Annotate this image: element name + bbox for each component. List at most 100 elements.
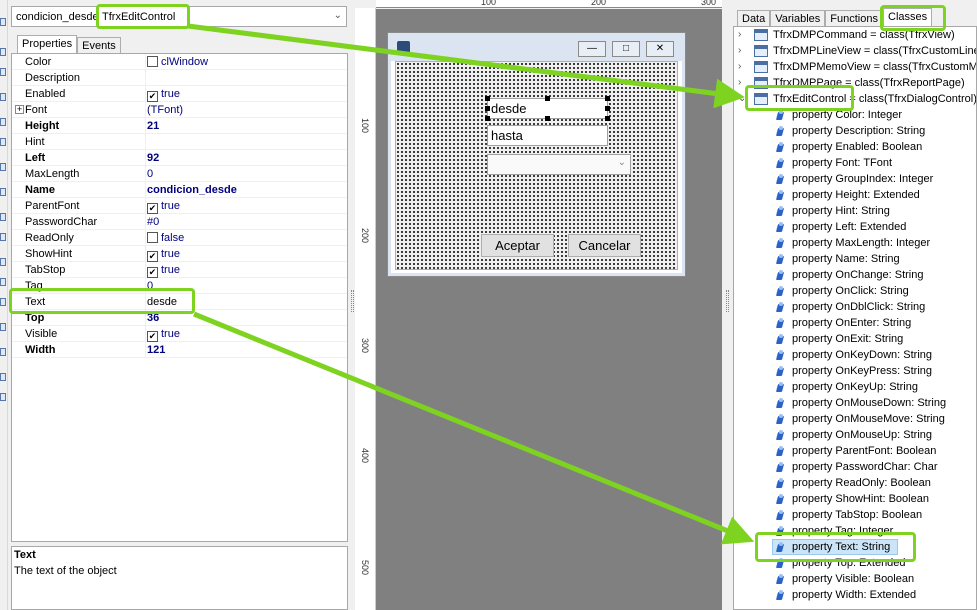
property-node[interactable]: property PasswordChar: Char [734,459,976,475]
property-row[interactable]: Visible ✔ true [12,326,347,342]
tool-icon[interactable] [0,213,6,221]
chevron-right-icon[interactable]: › [738,61,741,72]
property-value[interactable]: 121 [147,344,165,356]
property-value[interactable]: ✔ true [147,200,180,214]
dialog-client-area[interactable]: desde hasta ⌄ Aceptar Cancelar [395,61,678,270]
tool-icon[interactable] [0,138,6,146]
right-splitter[interactable] [723,0,733,610]
property-node[interactable]: property GroupIndex: Integer [734,171,976,187]
property-value[interactable]: ✔ true [147,248,180,262]
maximize-icon[interactable]: □ [612,41,640,57]
class-tree[interactable]: › TfrxDMPCommand = class(TfrxView) › TfrxDM… [733,26,977,610]
property-node[interactable]: property OnKeyDown: String [734,347,976,363]
checkbox-icon[interactable] [147,232,158,243]
property-node[interactable]: property OnDblClick: String [734,299,976,315]
tab-variables[interactable]: Variables [770,10,826,26]
tool-icon[interactable] [0,118,6,126]
chevron-down-icon[interactable]: ⌄ [334,10,342,21]
property-value[interactable]: #0 [147,216,159,228]
property-node[interactable]: property Height: Extended [734,187,976,203]
checkbox-icon[interactable]: ✔ [147,331,158,342]
tab-properties[interactable]: Properties [17,35,78,53]
minimize-icon[interactable]: — [578,41,606,57]
property-node[interactable]: property Font: TFont [734,155,976,171]
tool-icon[interactable] [0,393,6,401]
property-row[interactable]: Color clWindow [12,54,347,70]
property-node[interactable]: property OnClick: String [734,283,976,299]
property-value[interactable]: clWindow [147,56,208,68]
tab-functions[interactable]: Functions [825,10,883,26]
property-node[interactable]: property TabStop: Boolean [734,507,976,523]
property-node[interactable]: property ParentFont: Boolean [734,443,976,459]
property-node[interactable]: property Enabled: Boolean [734,139,976,155]
dialog-form[interactable]: — □ ✕ desde hasta ⌄ Aceptar Cancelar [387,32,686,277]
property-value[interactable]: 0 [147,168,153,180]
class-node[interactable]: › TfrxDMPMemoView = class(TfrxCustomMemoV… [734,59,976,75]
property-node[interactable]: property OnMouseDown: String [734,395,976,411]
property-row[interactable]: Left 92 [12,150,347,166]
expand-icon[interactable]: + [15,105,24,114]
checkbox-icon[interactable]: ✔ [147,203,158,214]
property-node[interactable]: property OnMouseUp: String [734,427,976,443]
property-node[interactable]: property MaxLength: Integer [734,235,976,251]
property-row[interactable]: + Font (TFont) [12,102,347,118]
property-node[interactable]: property OnChange: String [734,267,976,283]
tab-data[interactable]: Data [737,10,771,26]
cancelar-button[interactable]: Cancelar [568,234,641,257]
property-value[interactable]: 92 [147,152,159,164]
property-node[interactable]: property OnExit: String [734,331,976,347]
tab-events[interactable]: Events [77,37,121,53]
checkbox-icon[interactable]: ✔ [147,267,158,278]
property-value[interactable]: ✔ true [147,264,180,278]
dialog-titlebar[interactable]: — □ ✕ [388,33,685,61]
class-node[interactable]: › TfrxDMPLineView = class(TfrxCustomLineV… [734,43,976,59]
property-row[interactable]: ReadOnly false [12,230,347,246]
property-row[interactable]: Name condicion_desde [12,182,347,198]
property-value[interactable]: 21 [147,120,159,132]
tool-icon[interactable] [0,278,6,286]
property-node[interactable]: property OnKeyPress: String [734,363,976,379]
property-node[interactable]: property Left: Extended [734,219,976,235]
tool-icon[interactable] [0,233,6,241]
chevron-right-icon[interactable]: › [738,29,741,40]
property-value[interactable]: false [147,232,184,244]
chevron-right-icon[interactable]: › [738,45,741,56]
property-row[interactable]: Description [12,70,347,86]
property-row[interactable]: ShowHint ✔ true [12,246,347,262]
aceptar-button[interactable]: Aceptar [481,234,554,257]
tool-icon[interactable] [0,68,6,76]
checkbox-icon[interactable]: ✔ [147,251,158,262]
tool-icon[interactable] [0,163,6,171]
tool-icon[interactable] [0,188,6,196]
property-node[interactable]: property Width: Extended [734,587,976,603]
property-value[interactable]: ✔ true [147,88,180,102]
property-value[interactable]: condicion_desde [147,184,237,196]
property-row[interactable]: ParentFont ✔ true [12,198,347,214]
tool-icon[interactable] [0,373,6,381]
tool-icon[interactable] [0,93,6,101]
property-row[interactable]: Enabled ✔ true [12,86,347,102]
tool-icon[interactable] [0,348,6,356]
property-node[interactable]: property Visible: Boolean [734,571,976,587]
tool-icon[interactable] [0,48,6,56]
property-row[interactable]: Width 121 [12,342,347,358]
close-icon[interactable]: ✕ [646,41,674,57]
property-row[interactable]: TabStop ✔ true [12,262,347,278]
property-value[interactable]: (TFont) [147,104,183,116]
property-node[interactable]: property Hint: String [734,203,976,219]
property-node[interactable]: property OnMouseMove: String [734,411,976,427]
property-row[interactable]: Height 21 [12,118,347,134]
edit-hasta[interactable]: hasta [487,125,608,146]
property-node[interactable]: property Description: String [734,123,976,139]
tool-icon[interactable] [0,18,6,26]
property-row[interactable]: Hint [12,134,347,150]
property-row[interactable]: PasswordChar #0 [12,214,347,230]
property-value[interactable]: ✔ true [147,328,180,342]
combo-box[interactable]: ⌄ [487,154,631,175]
tool-icon[interactable] [0,323,6,331]
property-row[interactable]: MaxLength 0 [12,166,347,182]
property-node[interactable]: property OnKeyUp: String [734,379,976,395]
checkbox-icon[interactable] [147,56,158,67]
property-node[interactable]: property OnEnter: String [734,315,976,331]
property-node[interactable]: property ReadOnly: Boolean [734,475,976,491]
